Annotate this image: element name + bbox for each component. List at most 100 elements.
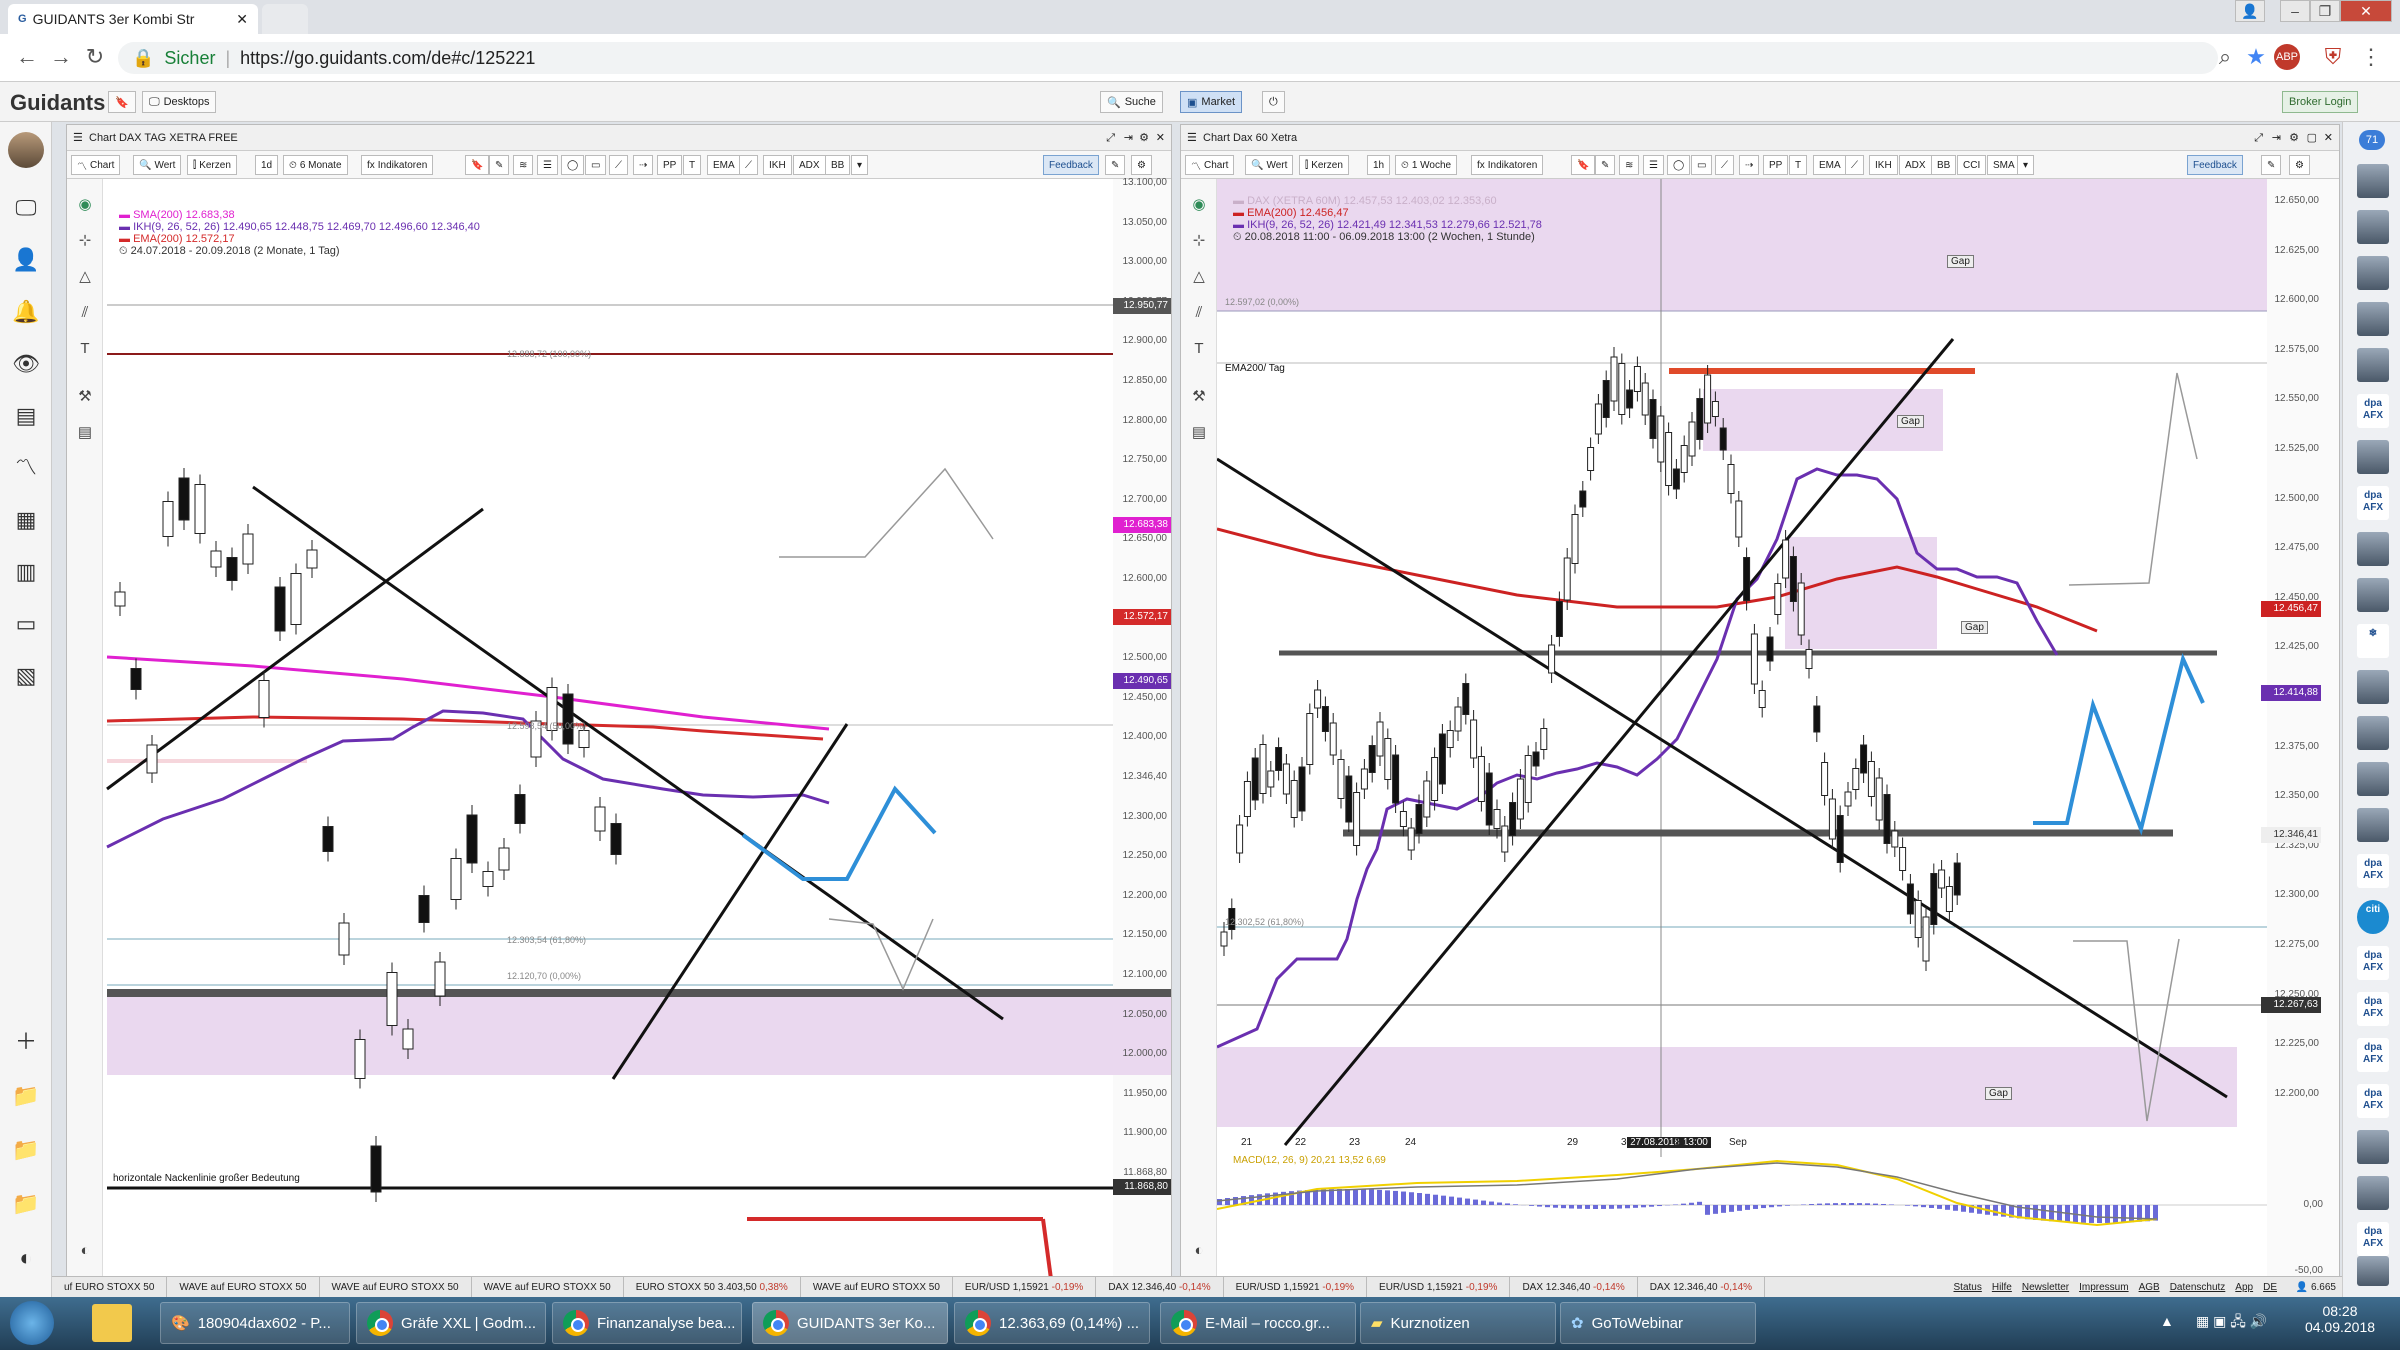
- adx-button[interactable]: ADX: [793, 155, 826, 175]
- tray-arrow-icon[interactable]: ▲: [2160, 1313, 2174, 1329]
- fib-tool-icon[interactable]: ≋: [1619, 155, 1640, 175]
- forward-icon[interactable]: →: [48, 44, 74, 70]
- contrast-toggle-icon[interactable]: ◐: [75, 1241, 95, 1261]
- close-tab-icon[interactable]: ✕: [236, 11, 248, 28]
- start-button-icon[interactable]: [10, 1301, 54, 1345]
- avatar-15[interactable]: [2357, 1256, 2389, 1286]
- taskbar-item-chrome-1[interactable]: Gräfe XXL | Godm...: [356, 1302, 546, 1344]
- minimize-icon[interactable]: –: [2280, 0, 2310, 22]
- dpa-afx-icon[interactable]: dpa AFX: [2357, 394, 2389, 428]
- pp-button[interactable]: PP: [657, 155, 683, 175]
- trendline-tool-icon[interactable]: ⟋: [609, 155, 628, 175]
- ticker-item[interactable]: EURO STOXX 50 3.403,50 0,38%: [624, 1277, 801, 1297]
- text-icon[interactable]: T: [1189, 339, 1209, 359]
- chart-settings-icon[interactable]: ⚙: [1131, 155, 1152, 175]
- ticker-item[interactable]: EUR/USD 1,15921 -0,19%: [1367, 1277, 1511, 1297]
- bookmark-star-icon[interactable]: ★: [2243, 44, 2269, 70]
- popout-icon[interactable]: ⤢: [1106, 125, 1115, 151]
- pp-button[interactable]: PP: [1763, 155, 1789, 175]
- trendline-tool-icon[interactable]: ⟋: [1715, 155, 1734, 175]
- right-chart-plot[interactable]: [1217, 179, 2339, 1279]
- folder-v-icon[interactable]: 📁: [12, 1190, 40, 1218]
- interval-button[interactable]: 1d: [255, 155, 279, 175]
- avatar-9[interactable]: [2357, 670, 2389, 704]
- monitor-icon[interactable]: 🖵: [12, 194, 40, 222]
- ema-button[interactable]: EMA: [1813, 155, 1847, 175]
- bb-button[interactable]: BB: [825, 155, 851, 175]
- dpa-afx-icon[interactable]: dpa AFX: [2357, 1222, 2389, 1256]
- range-button[interactable]: ⏲ 1 Woche: [1395, 155, 1458, 175]
- chart-list-icon[interactable]: ▤: [12, 402, 40, 430]
- people-icon[interactable]: 👤: [12, 246, 40, 274]
- user-avatar[interactable]: [8, 132, 44, 168]
- footer-link[interactable]: AGB: [2139, 1282, 2160, 1293]
- avatar-14[interactable]: [2357, 1176, 2389, 1210]
- rect-tool-icon[interactable]: ▭: [1691, 155, 1713, 175]
- ticker-item[interactable]: EUR/USD 1,15921 -0,19%: [953, 1277, 1097, 1297]
- taskbar-item-chrome-3[interactable]: GUIDANTS 3er Ko...: [752, 1302, 948, 1344]
- menu-icon[interactable]: ☰: [1187, 125, 1197, 151]
- extension-shield-icon[interactable]: ⛨: [2320, 44, 2346, 70]
- broker-login-button[interactable]: Broker Login: [2282, 91, 2359, 113]
- contrast-toggle-icon[interactable]: ◐: [1189, 1241, 1209, 1261]
- triangle-icon[interactable]: △: [1189, 267, 1209, 287]
- avatar-1[interactable]: [2357, 164, 2389, 198]
- text-tool-icon[interactable]: T: [683, 155, 702, 175]
- pen-icon[interactable]: ✎: [2261, 155, 2282, 175]
- dpa-afx-icon[interactable]: dpa AFX: [2357, 992, 2389, 1026]
- dpa-afx-icon[interactable]: dpa AFX: [2357, 854, 2389, 888]
- power-icon[interactable]: ⏻: [1262, 91, 1285, 113]
- avatar-12[interactable]: [2357, 808, 2389, 842]
- ticker-item[interactable]: WAVE auf EURO STOXX 50: [320, 1277, 472, 1297]
- crosshair-icon[interactable]: ⊹: [1189, 231, 1209, 251]
- avatar-10[interactable]: [2357, 716, 2389, 750]
- avatar-8[interactable]: [2357, 578, 2389, 612]
- folder-a-icon[interactable]: 📁: [12, 1082, 40, 1110]
- avatar-13[interactable]: [2357, 1130, 2389, 1164]
- triangle-icon[interactable]: △: [75, 267, 95, 287]
- chart-type-button[interactable]: 〽 Chart: [1185, 155, 1235, 175]
- value-button[interactable]: 🔍 Wert: [133, 155, 182, 175]
- ray-tool-icon[interactable]: ⇢: [633, 155, 654, 175]
- chart-home-icon[interactable]: ◉: [75, 195, 95, 215]
- chart-home-icon[interactable]: ◉: [1189, 195, 1209, 215]
- ema-button[interactable]: EMA: [707, 155, 741, 175]
- magnet-icon[interactable]: ⚒: [1189, 387, 1209, 407]
- dpa-afx-icon[interactable]: dpa AFX: [2357, 1038, 2389, 1072]
- taskbar-item-paint[interactable]: 🎨 180904dax602 - P...: [160, 1302, 350, 1344]
- magnet-icon[interactable]: ⚒: [75, 387, 95, 407]
- dpa-afx-icon[interactable]: dpa AFX: [2357, 1084, 2389, 1118]
- folder-f-icon[interactable]: 📁: [12, 1136, 40, 1164]
- search-button[interactable]: 🔍 Suche: [1100, 91, 1163, 113]
- footer-link[interactable]: DE: [2263, 1282, 2277, 1293]
- close-panel-icon[interactable]: ✕: [1156, 125, 1165, 151]
- ikh-button[interactable]: IKH: [763, 155, 792, 175]
- popout-icon[interactable]: ⤢: [2254, 125, 2263, 151]
- avatar-3[interactable]: [2357, 256, 2389, 290]
- list-icon[interactable]: ▤: [1189, 423, 1209, 443]
- news-icon[interactable]: ▥: [12, 558, 40, 586]
- close-window-icon[interactable]: ✕: [2340, 0, 2392, 22]
- notification-count-badge[interactable]: 71: [2359, 130, 2385, 150]
- maximize-icon[interactable]: ▢: [2307, 125, 2317, 151]
- list-icon[interactable]: ▤: [75, 423, 95, 443]
- footer-link[interactable]: Newsletter: [2022, 1282, 2069, 1293]
- document-icon[interactable]: ▦: [12, 506, 40, 534]
- channel-icon[interactable]: ⫽: [75, 303, 95, 323]
- profile-icon[interactable]: 👤: [2235, 0, 2265, 22]
- ticker-item[interactable]: uf EURO STOXX 50: [52, 1277, 168, 1297]
- add-icon[interactable]: ＋: [12, 1028, 40, 1056]
- bb-button[interactable]: BB: [1931, 155, 1957, 175]
- candles-button[interactable]: ⫿ Kerzen: [1299, 155, 1349, 175]
- restore-icon[interactable]: ❐: [2310, 0, 2340, 22]
- citi-icon[interactable]: citi: [2357, 900, 2389, 934]
- ikh-button[interactable]: IKH: [1869, 155, 1898, 175]
- rect-tool-icon[interactable]: ▭: [585, 155, 607, 175]
- channel-icon[interactable]: ⫽: [1189, 303, 1209, 323]
- back-icon[interactable]: ←: [14, 44, 40, 70]
- ticker-item[interactable]: WAVE auf EURO STOXX 50: [801, 1277, 953, 1297]
- draw-tool-icon[interactable]: ✎: [489, 155, 510, 175]
- cci-button[interactable]: CCI: [1957, 155, 1987, 175]
- market-button[interactable]: ▣ Market: [1180, 91, 1243, 113]
- taskbar-item-gotowebinar[interactable]: ✿ GoToWebinar: [1560, 1302, 1756, 1344]
